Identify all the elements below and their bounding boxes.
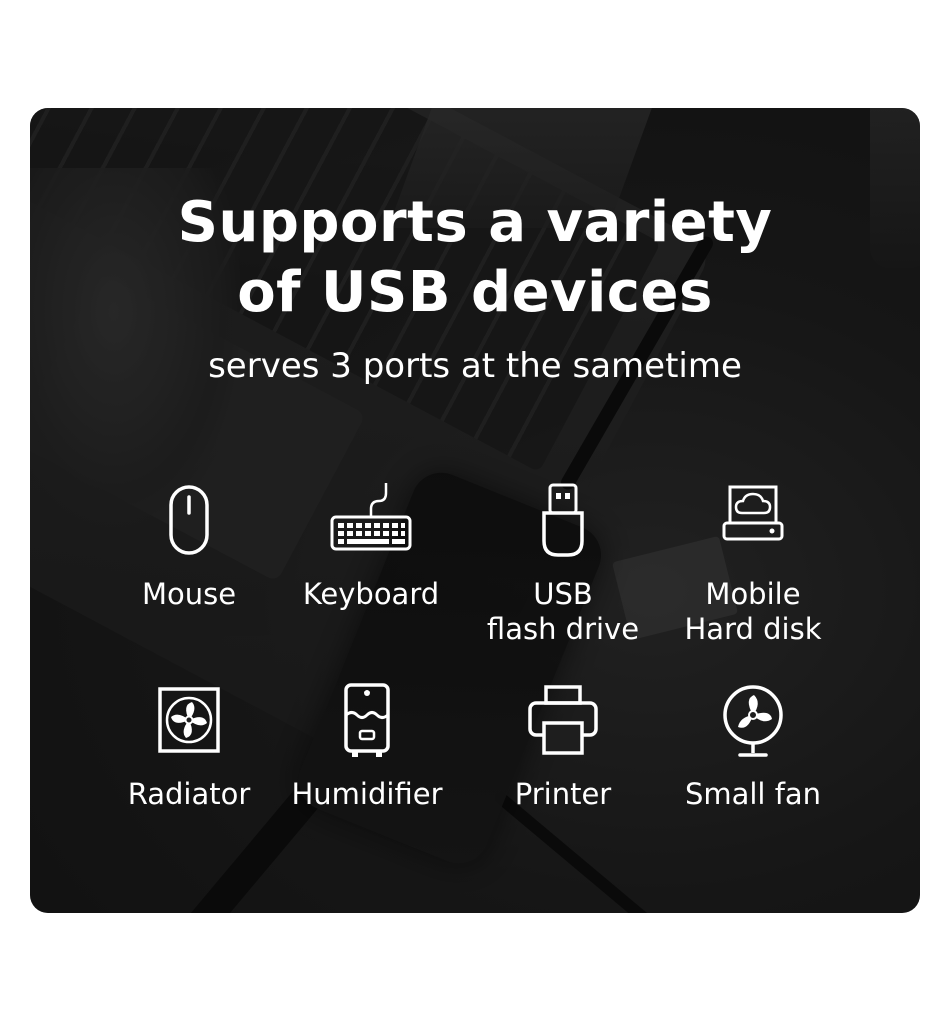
device-label: Keyboard xyxy=(302,577,440,611)
device-humidifier: Humidifier xyxy=(272,683,462,812)
device-label: Mobile Hard disk xyxy=(684,577,822,646)
device-label: Small fan xyxy=(684,777,822,811)
headline-line-1: Supports a variety xyxy=(177,190,773,255)
device-label: Mouse xyxy=(141,577,237,611)
device-mobile-hard-disk: Mobile Hard disk xyxy=(658,483,848,647)
device-printer: Printer xyxy=(468,683,658,812)
device-usb-flash-drive: USB flash drive xyxy=(468,483,658,647)
humidifier-icon xyxy=(322,683,412,763)
small-fan-icon xyxy=(708,683,798,763)
device-radiator: Radiator xyxy=(94,683,284,812)
headline-line-2: of USB devices xyxy=(237,260,713,325)
device-label: Radiator xyxy=(127,777,251,811)
device-mouse: Mouse xyxy=(94,483,284,612)
usb-flash-drive-icon xyxy=(518,483,608,563)
device-small-fan: Small fan xyxy=(658,683,848,812)
device-label: USB flash drive xyxy=(486,577,640,646)
printer-icon xyxy=(518,683,608,763)
mouse-icon xyxy=(144,483,234,563)
device-keyboard: Keyboard xyxy=(276,483,466,612)
keyboard-icon xyxy=(326,483,416,563)
device-label: Printer xyxy=(514,777,612,811)
subheadline: serves 3 ports at the sametime xyxy=(208,346,742,386)
radiator-fan-icon xyxy=(144,683,234,763)
hero-panel: Supports a variety of USB devices serves… xyxy=(30,108,920,913)
headline: Supports a variety of USB devices xyxy=(30,188,920,328)
hard-disk-icon xyxy=(708,483,798,563)
device-label: Humidifier xyxy=(291,777,443,811)
